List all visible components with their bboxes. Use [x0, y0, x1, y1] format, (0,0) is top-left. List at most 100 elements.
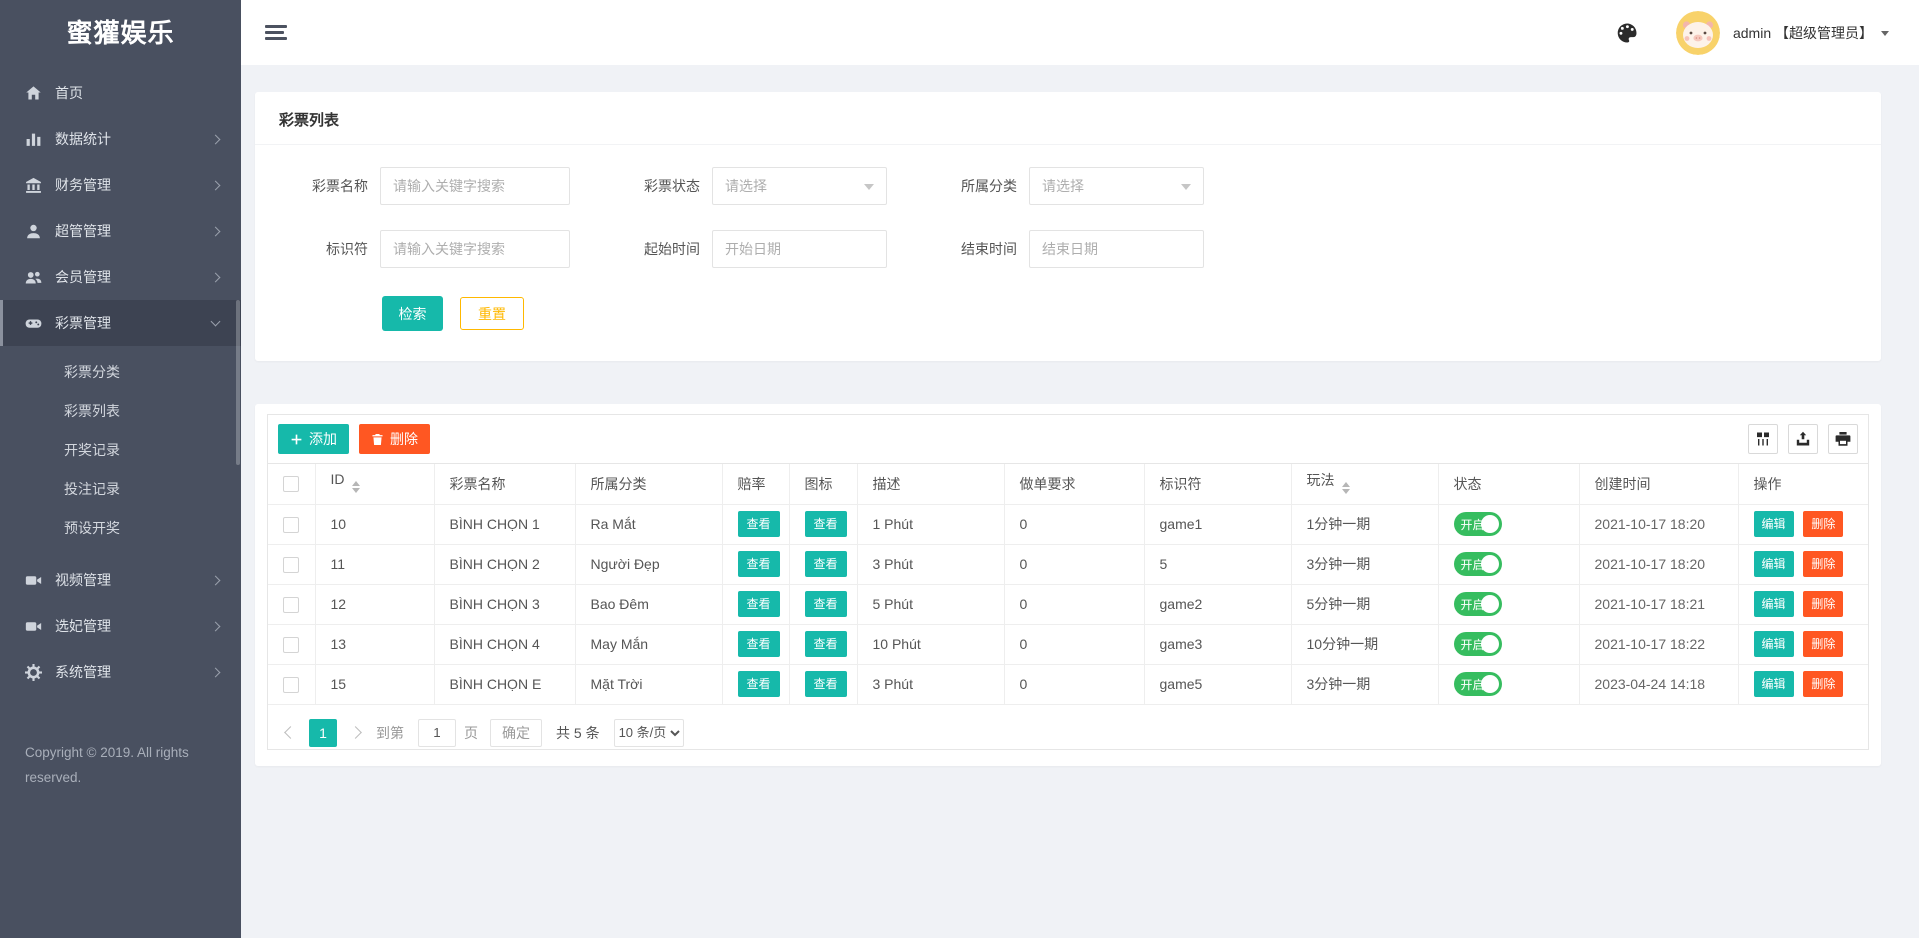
identifier-input[interactable] [380, 230, 570, 268]
view-icon-button[interactable]: 查看 [804, 631, 847, 657]
theme-palette-icon[interactable] [1616, 22, 1638, 44]
table-row[interactable]: 11 BÌNH CHỌN 2 Người Đẹp 查看 查看 3 Phút 0 … [268, 544, 1868, 585]
status-toggle[interactable]: 开启 [1453, 672, 1502, 696]
edit-button[interactable]: 编辑 [1753, 671, 1794, 697]
sidebar-item-admins[interactable]: 超管管理 [0, 208, 241, 254]
sidebar-item-home[interactable]: 首页 [0, 70, 241, 116]
sidebar-item-system[interactable]: 系统管理 [0, 649, 241, 695]
sidebar-item-lottery-list[interactable]: 彩票列表 [0, 392, 241, 431]
bar-chart-icon [25, 131, 42, 148]
app-logo: 蜜獾娱乐 [66, 18, 175, 48]
sidebar-item-lottery[interactable]: 彩票管理 [0, 300, 241, 346]
row-checkbox[interactable] [283, 676, 300, 693]
print-button[interactable] [1828, 424, 1858, 454]
cell-status: 开启 [1438, 664, 1580, 705]
delete-button[interactable]: 删除 [1803, 631, 1844, 657]
page-number-active[interactable]: 1 [309, 718, 337, 747]
cell-name: BÌNH CHỌN 3 [434, 584, 576, 625]
bank-icon [25, 177, 42, 194]
row-checkbox[interactable] [283, 556, 300, 573]
reset-button[interactable]: 重置 [460, 297, 524, 330]
table-row[interactable]: 13 BÌNH CHỌN 4 May Mắn 查看 查看 10 Phút 0 g… [268, 624, 1868, 665]
sidebar-item-concubine[interactable]: 选妃管理 [0, 603, 241, 649]
view-odds-button[interactable]: 查看 [737, 511, 780, 537]
cell-requirement: 0 [1004, 624, 1145, 665]
chevron-down-icon [864, 183, 874, 195]
sidebar-item-statistics[interactable]: 数据统计 [0, 116, 241, 162]
column-play[interactable]: 玩法 [1291, 464, 1439, 505]
search-button[interactable]: 检索 [382, 296, 443, 331]
page-size-select[interactable]: 10 条/页 [613, 718, 684, 747]
lottery-status-select[interactable]: 请选择 [712, 167, 887, 205]
delete-button[interactable]: 删除 [1803, 591, 1844, 617]
delete-button[interactable]: 删除 [1803, 511, 1844, 537]
sidebar-item-lottery-category[interactable]: 彩票分类 [0, 353, 241, 392]
view-icon-button[interactable]: 查看 [804, 671, 847, 697]
chevron-right-icon [210, 621, 221, 631]
chevron-right-icon [210, 226, 221, 236]
chevron-down-icon [1881, 30, 1889, 40]
sidebar-item-members[interactable]: 会员管理 [0, 254, 241, 300]
end-date-input[interactable] [1029, 230, 1204, 268]
table-row[interactable]: 10 BÌNH CHỌN 1 Ra Mắt 查看 查看 1 Phút 0 gam… [268, 504, 1868, 545]
category-select[interactable]: 请选择 [1029, 167, 1204, 205]
sidebar-scrollbar[interactable] [236, 300, 240, 465]
sidebar-item-preset-draw[interactable]: 预设开奖 [0, 509, 241, 548]
status-toggle[interactable]: 开启 [1453, 632, 1502, 656]
sort-icon[interactable] [351, 477, 360, 497]
topbar-right: admin 【超级管理员】 [1616, 10, 1889, 55]
select-all-checkbox[interactable] [283, 476, 300, 493]
view-odds-button[interactable]: 查看 [737, 631, 780, 657]
column-id[interactable]: ID [315, 464, 435, 505]
sidebar-item-video[interactable]: 视频管理 [0, 557, 241, 603]
sidebar-item-finance[interactable]: 财务管理 [0, 162, 241, 208]
row-checkbox[interactable] [283, 516, 300, 533]
cell-desc: 1 Phút [857, 504, 1005, 545]
delete-button[interactable]: 删除 [1803, 671, 1844, 697]
status-toggle[interactable]: 开启 [1453, 552, 1502, 576]
edit-button[interactable]: 编辑 [1753, 551, 1794, 577]
view-icon-button[interactable]: 查看 [804, 551, 847, 577]
export-button[interactable] [1788, 424, 1818, 454]
cell-odds: 查看 [722, 584, 790, 625]
status-toggle[interactable]: 开启 [1453, 592, 1502, 616]
user-menu[interactable]: admin 【超级管理员】 [1733, 23, 1889, 43]
prev-page-icon[interactable] [284, 726, 297, 739]
cell-category: May Mắn [575, 624, 723, 665]
start-date-input[interactable] [712, 230, 887, 268]
plus-icon [291, 434, 302, 444]
table-row[interactable]: 12 BÌNH CHỌN 3 Bao Đêm 查看 查看 5 Phút 0 ga… [268, 584, 1868, 625]
avatar[interactable] [1675, 10, 1720, 55]
delete-button[interactable]: 删除 [1803, 551, 1844, 577]
goto-page-input[interactable] [418, 718, 456, 747]
sort-icon[interactable] [1341, 478, 1350, 498]
edit-button[interactable]: 编辑 [1753, 511, 1794, 537]
view-odds-button[interactable]: 查看 [737, 591, 780, 617]
lottery-name-input[interactable] [380, 167, 570, 205]
column-category: 所属分类 [575, 464, 723, 505]
edit-button[interactable]: 编辑 [1753, 591, 1794, 617]
sidebar-item-bet-records[interactable]: 投注记录 [0, 470, 241, 509]
cell-id: 15 [315, 664, 435, 705]
column-status: 状态 [1438, 464, 1580, 505]
table-row[interactable]: 15 BÌNH CHỌN E Mặt Trời 查看 查看 3 Phút 0 g… [268, 664, 1868, 705]
users-icon [25, 269, 42, 286]
filter-columns-button[interactable] [1748, 424, 1778, 454]
row-checkbox[interactable] [283, 596, 300, 613]
edit-button[interactable]: 编辑 [1753, 631, 1794, 657]
cell-status: 开启 [1438, 544, 1580, 585]
next-page-icon[interactable] [349, 726, 362, 739]
delete-selected-button[interactable]: 删除 [359, 424, 430, 454]
menu-toggle-icon[interactable] [265, 22, 287, 43]
copyright: Copyright © 2019. All rights reserved. [25, 745, 189, 785]
cell-icon: 查看 [789, 624, 858, 665]
view-odds-button[interactable]: 查看 [737, 671, 780, 697]
row-checkbox[interactable] [283, 636, 300, 653]
sidebar-item-draw-records[interactable]: 开奖记录 [0, 431, 241, 470]
status-toggle[interactable]: 开启 [1453, 512, 1502, 536]
view-icon-button[interactable]: 查看 [804, 591, 847, 617]
view-icon-button[interactable]: 查看 [804, 511, 847, 537]
add-button[interactable]: 添加 [278, 424, 349, 454]
view-odds-button[interactable]: 查看 [737, 551, 780, 577]
confirm-page-button[interactable]: 确定 [490, 718, 542, 747]
